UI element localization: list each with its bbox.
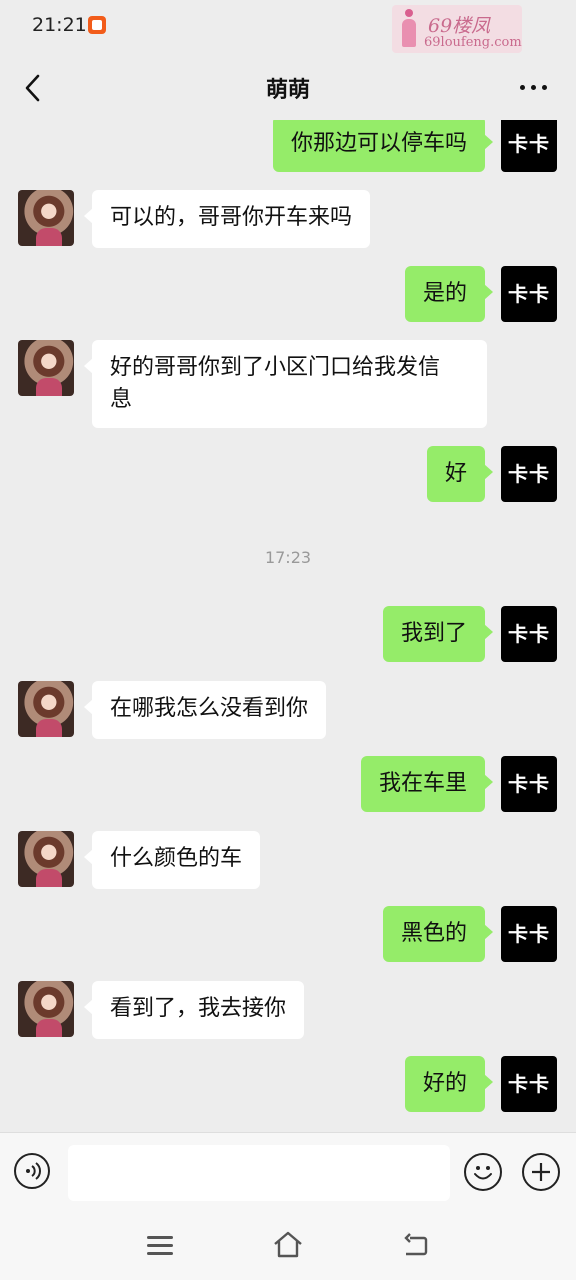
voice-button[interactable] xyxy=(14,1153,50,1189)
message-text: 黑色的 xyxy=(400,921,467,946)
my-avatar[interactable]: 卡卡 xyxy=(501,266,557,322)
contact-avatar[interactable] xyxy=(18,190,74,246)
nav-menu-button[interactable] xyxy=(147,1236,173,1256)
message-text: 我在车里 xyxy=(378,771,467,796)
message-bubble-incoming[interactable]: 看到了，我去接你 xyxy=(83,981,305,1039)
message-bubble-outgoing[interactable]: 是的 xyxy=(404,266,494,322)
contact-avatar[interactable] xyxy=(18,681,74,737)
woman-figure-icon xyxy=(400,9,418,49)
message-bubble-incoming[interactable]: 可以的，哥哥你开车来吗 xyxy=(83,190,371,248)
message-text: 我到了 xyxy=(400,621,467,646)
chat-title: 萌萌 xyxy=(265,78,310,103)
emoji-button[interactable] xyxy=(464,1153,502,1191)
message-text: 息 xyxy=(110,387,133,412)
status-bar: 21:21 69楼凤 69loufeng.com xyxy=(0,0,576,53)
nav-back-button[interactable] xyxy=(402,1232,430,1260)
message-list[interactable]: 你那边可以停车吗 卡卡 可以的，哥哥你开车来吗 是的 卡卡 好的哥哥你到了小区门… xyxy=(0,120,576,1132)
system-nav-bar xyxy=(0,1212,576,1280)
my-avatar[interactable]: 卡卡 xyxy=(501,120,557,172)
message-text: 好的哥哥你到了小区门口给我发信 xyxy=(110,355,441,380)
chat-header: 萌萌 xyxy=(0,56,576,120)
message-bubble-incoming[interactable]: 在哪我怎么没看到你 xyxy=(83,681,327,739)
input-bar xyxy=(0,1132,576,1213)
more-button[interactable] xyxy=(520,82,548,92)
emoji-icon xyxy=(474,1166,492,1180)
message-text: 你那边可以停车吗 xyxy=(290,131,467,156)
watermark-logo: 69楼凤 69loufeng.com xyxy=(392,5,522,53)
contact-avatar[interactable] xyxy=(18,831,74,887)
message-bubble-outgoing[interactable]: 好的 xyxy=(404,1056,494,1112)
status-time: 21:21 xyxy=(32,14,87,36)
message-bubble-outgoing[interactable]: 好 xyxy=(426,446,494,502)
voice-icon xyxy=(26,1162,41,1180)
plus-icon xyxy=(532,1163,550,1181)
timestamp: 17:23 xyxy=(264,548,312,567)
message-bubble-outgoing[interactable]: 我在车里 xyxy=(360,756,494,812)
message-text: 什么颜色的车 xyxy=(110,846,243,871)
message-input[interactable] xyxy=(68,1145,450,1201)
watermark-line1: 69楼凤 xyxy=(428,15,491,37)
message-bubble-incoming[interactable]: 什么颜色的车 xyxy=(83,831,261,889)
message-text: 是的 xyxy=(422,281,467,306)
my-avatar[interactable]: 卡卡 xyxy=(501,906,557,962)
message-bubble-outgoing[interactable]: 我到了 xyxy=(382,606,494,662)
message-text: 好 xyxy=(444,461,467,486)
contact-avatar[interactable] xyxy=(18,340,74,396)
message-bubble-outgoing[interactable]: 黑色的 xyxy=(382,906,494,962)
my-avatar[interactable]: 卡卡 xyxy=(501,446,557,502)
message-bubble-incoming[interactable]: 好的哥哥你到了小区门口给我发信 息 xyxy=(84,340,487,428)
contact-avatar[interactable] xyxy=(18,981,74,1037)
message-text: 在哪我怎么没看到你 xyxy=(110,696,309,721)
home-icon xyxy=(274,1231,302,1258)
my-avatar[interactable]: 卡卡 xyxy=(501,606,557,662)
message-text: 看到了，我去接你 xyxy=(110,996,287,1021)
nav-home-button[interactable] xyxy=(272,1230,304,1260)
plus-button[interactable] xyxy=(522,1153,560,1191)
notification-app-icon xyxy=(88,16,106,34)
message-text: 好的 xyxy=(422,1071,467,1096)
my-avatar[interactable]: 卡卡 xyxy=(501,756,557,812)
watermark-line2: 69loufeng.com xyxy=(424,35,522,50)
message-bubble-outgoing[interactable]: 你那边可以停车吗 xyxy=(272,120,494,172)
back-icon xyxy=(404,1233,428,1256)
message-text: 可以的，哥哥你开车来吗 xyxy=(110,205,353,230)
my-avatar[interactable]: 卡卡 xyxy=(501,1056,557,1112)
